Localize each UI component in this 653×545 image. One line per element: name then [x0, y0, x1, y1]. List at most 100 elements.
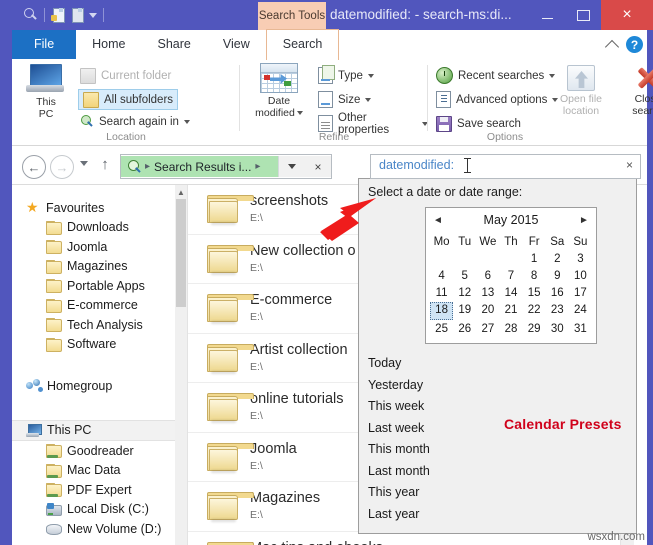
search-icon[interactable] — [22, 7, 38, 23]
scroll-up-icon[interactable]: ▲ — [175, 185, 187, 199]
sidebar-item-new-volume-d[interactable]: New Volume (D:) — [12, 519, 187, 539]
calendar-next-button[interactable]: ► — [578, 215, 590, 227]
breadcrumb-search-segment[interactable]: ▸ Search Results i... ▸ — [121, 156, 278, 177]
tab-share[interactable]: Share — [142, 30, 207, 59]
preset-this-week[interactable]: This week — [368, 396, 488, 418]
preset-last-year[interactable]: Last year — [368, 504, 488, 526]
calendar-day[interactable]: 13 — [476, 285, 499, 301]
calendar-day-selected[interactable]: 18 — [430, 302, 453, 320]
calendar-day[interactable]: 4 — [430, 268, 453, 284]
back-button[interactable]: ← — [22, 155, 46, 179]
open-file-location-button[interactable]: Open file location — [550, 63, 612, 117]
calendar-day[interactable]: 3 — [569, 251, 592, 267]
calendar-day[interactable]: 29 — [523, 321, 546, 337]
preset-this-month[interactable]: This month — [368, 439, 488, 461]
sidebar-item-software[interactable]: Software — [12, 335, 187, 355]
calendar-day[interactable]: 21 — [499, 302, 522, 318]
forward-button[interactable]: → — [50, 155, 74, 179]
calendar-day[interactable]: 6 — [476, 268, 499, 284]
search-input[interactable]: datemodified: × — [370, 154, 641, 179]
calendar-day[interactable]: 17 — [569, 285, 592, 301]
sidebar-item-goodreader[interactable]: Goodreader — [12, 441, 187, 461]
calendar-day[interactable]: 20 — [476, 302, 499, 318]
preset-last-week[interactable]: Last week — [368, 418, 488, 440]
calendar-day[interactable]: 7 — [499, 268, 522, 284]
calendar-day[interactable]: 30 — [546, 321, 569, 337]
sidebar-item-local-disk-c[interactable]: Local Disk (C:) — [12, 500, 187, 520]
customize-caret-icon[interactable] — [89, 13, 97, 18]
search-again-in-button[interactable]: Search again in — [80, 113, 190, 130]
nav-header-favourites[interactable]: ★ Favourites — [12, 198, 187, 218]
advanced-options-button[interactable]: Advanced options — [436, 91, 558, 108]
calendar-day[interactable]: 27 — [476, 321, 499, 337]
this-pc-button[interactable]: This PC — [20, 63, 72, 120]
minimize-button[interactable] — [529, 0, 565, 30]
other-properties-button[interactable]: Other properties — [318, 115, 428, 132]
sidebar-item-joomla[interactable]: Joomla — [12, 237, 187, 257]
calendar-day[interactable]: 10 — [569, 268, 592, 284]
sidebar-item-homegroup[interactable]: Homegroup — [12, 376, 187, 396]
size-filter-button[interactable]: Size — [318, 91, 371, 108]
tab-search[interactable]: Search — [266, 29, 340, 60]
date-modified-button[interactable]: Date modified — [248, 63, 310, 119]
preset-this-year[interactable]: This year — [368, 482, 488, 504]
calendar-day[interactable]: 2 — [546, 251, 569, 267]
preset-yesterday[interactable]: Yesterday — [368, 375, 488, 397]
calendar-day[interactable]: 19 — [453, 302, 476, 318]
preset-today[interactable]: Today — [368, 353, 488, 375]
tab-view[interactable]: View — [207, 30, 266, 59]
help-icon[interactable]: ? — [626, 36, 643, 53]
sidebar-item-e-commerce[interactable]: E-commerce — [12, 296, 187, 316]
calendar-day[interactable]: 25 — [430, 321, 453, 337]
calendar-day[interactable]: 9 — [546, 268, 569, 284]
nav-scroll-thumb[interactable] — [176, 199, 186, 307]
stop-button[interactable]: × — [305, 156, 331, 177]
up-button[interactable]: ↑ — [98, 156, 112, 174]
calendar-day[interactable]: 22 — [523, 302, 546, 318]
sidebar-item-this-pc[interactable]: This PC — [12, 420, 187, 442]
calendar-day[interactable]: 14 — [499, 285, 522, 301]
recent-searches-button[interactable]: Recent searches — [436, 67, 555, 84]
maximize-button[interactable] — [565, 0, 601, 30]
recent-locations-caret-icon[interactable] — [80, 161, 88, 166]
chevron-up-icon[interactable] — [605, 39, 619, 53]
chevron-down-icon[interactable] — [368, 74, 374, 78]
calendar-day[interactable]: 15 — [523, 285, 546, 301]
chevron-down-icon[interactable] — [297, 111, 303, 115]
address-history-button[interactable] — [278, 156, 305, 177]
current-folder-button[interactable]: Current folder — [80, 67, 171, 84]
calendar-day[interactable]: 23 — [546, 302, 569, 318]
calendar-day[interactable]: 24 — [569, 302, 592, 318]
sidebar-item-portable-apps[interactable]: Portable Apps — [12, 276, 187, 296]
calendar-day[interactable]: 5 — [453, 268, 476, 284]
close-search-button[interactable]: Close search — [620, 63, 653, 117]
tab-home[interactable]: Home — [76, 30, 141, 59]
calendar-day[interactable]: 31 — [569, 321, 592, 337]
new-folder-icon[interactable] — [70, 7, 86, 23]
properties-icon[interactable] — [51, 7, 67, 23]
calendar-day[interactable]: 8 — [523, 268, 546, 284]
save-search-button[interactable]: Save search — [436, 115, 521, 132]
breadcrumb[interactable]: ▸ Search Results i... ▸ × — [120, 154, 332, 179]
preset-last-month[interactable]: Last month — [368, 461, 488, 483]
close-button[interactable]: × — [601, 0, 653, 30]
sidebar-item-downloads[interactable]: Downloads — [12, 218, 187, 238]
calendar-day[interactable]: 11 — [430, 285, 453, 301]
type-filter-button[interactable]: Type — [318, 67, 374, 84]
sidebar-item-tech-analysis[interactable]: Tech Analysis — [12, 315, 187, 335]
clear-search-button[interactable]: × — [626, 158, 633, 172]
chevron-down-icon[interactable] — [184, 120, 190, 124]
all-subfolders-button[interactable]: All subfolders — [78, 89, 178, 110]
calendar-month-label[interactable]: May 2015 — [426, 213, 596, 227]
calendar-day[interactable]: 12 — [453, 285, 476, 301]
calendar-day[interactable]: 16 — [546, 285, 569, 301]
nav-pane-scrollbar[interactable]: ▲ — [175, 185, 187, 545]
sidebar-item-mac-data[interactable]: Mac Data — [12, 461, 187, 481]
calendar-day[interactable]: 28 — [499, 321, 522, 337]
chevron-down-icon[interactable] — [365, 98, 371, 102]
tab-file[interactable]: File — [12, 30, 76, 59]
calendar-day[interactable]: 26 — [453, 321, 476, 337]
calendar-day[interactable]: 1 — [523, 251, 546, 267]
sidebar-item-pdf-expert[interactable]: PDF Expert — [12, 480, 187, 500]
sidebar-item-magazines[interactable]: Magazines — [12, 257, 187, 277]
